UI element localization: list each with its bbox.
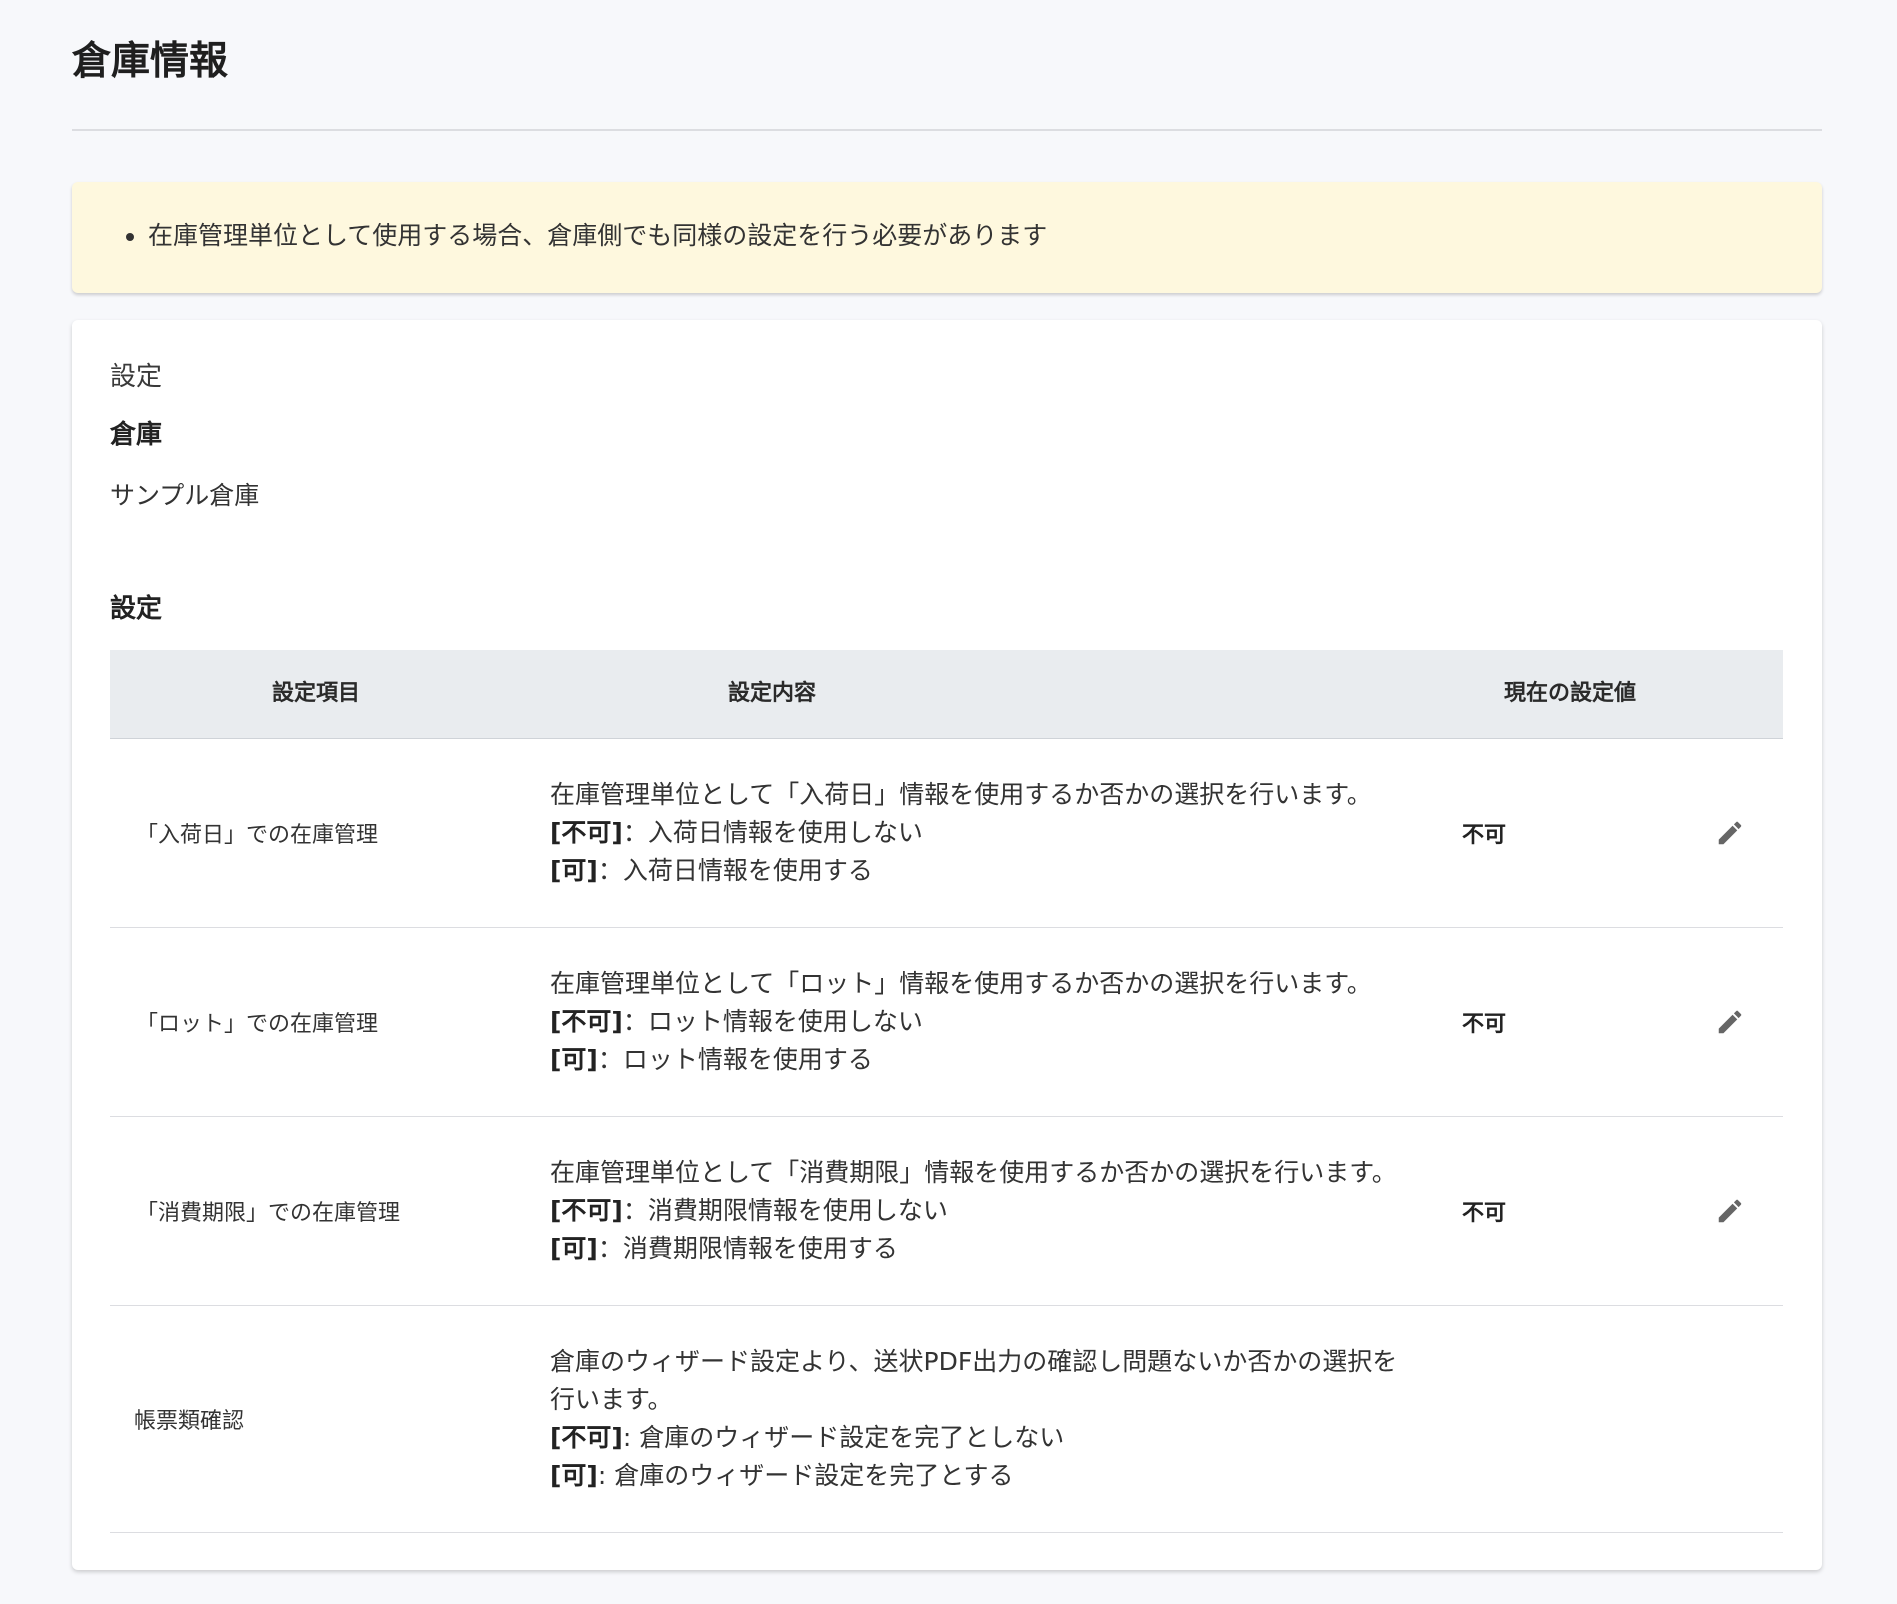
yes-tag: [可] [550, 1234, 598, 1263]
description-yes-option: [可]：入荷日情報を使用する [550, 852, 1430, 890]
notice-box: 在庫管理単位として使用する場合、倉庫側でも同様の設定を行う必要があります [72, 182, 1822, 293]
warehouse-label: 倉庫 [110, 420, 163, 450]
description-intro: 在庫管理単位として「ロット」情報を使用するか否かの選択を行います。 [550, 969, 1372, 998]
settings-section-title: 設定 [110, 594, 163, 624]
table-header: 設定項目 設定内容 現在の設定値 [110, 650, 1783, 739]
row-description: 在庫管理単位として「ロット」情報を使用するか否かの選択を行います。 [不可]：ロ… [550, 928, 1430, 1116]
settings-card: 設定 倉庫 サンプル倉庫 設定 設定項目 設定内容 現在の設定値 「入荷日」での… [72, 320, 1822, 1570]
description-intro-line-2: 行います。 [550, 1385, 673, 1414]
table-row: 「ロット」での在庫管理 在庫管理単位として「ロット」情報を使用するか否かの選択を… [110, 928, 1783, 1117]
warehouse-info-page: 倉庫情報 在庫管理単位として使用する場合、倉庫側でも同様の設定を行う必要がありま… [0, 0, 1897, 1604]
description-no-option: [不可]: 倉庫のウィザード設定を完了としない [550, 1419, 1430, 1457]
header-description: 設定内容 [727, 681, 816, 706]
no-tag: [不可] [550, 818, 623, 847]
yes-text: : 倉庫のウィザード設定を完了とする [597, 1461, 1014, 1490]
no-text: ：消費期限情報を使用しない [622, 1196, 948, 1225]
description-no-option: [不可]：ロット情報を使用しない [550, 1003, 1430, 1041]
settings-table: 設定項目 設定内容 現在の設定値 「入荷日」での在庫管理 在庫管理単位として「入… [110, 650, 1783, 1533]
no-tag: [不可] [550, 1007, 623, 1036]
row-current-value: 不可 [1462, 823, 1507, 848]
card-heading: 設定 [110, 362, 163, 392]
pencil-icon [1718, 821, 1742, 845]
notice-item: 在庫管理単位として使用する場合、倉庫側でも同様の設定を行う必要があります [148, 218, 1047, 254]
header-item: 設定項目 [271, 681, 360, 706]
row-description: 倉庫のウィザード設定より、送状PDF出力の確認し問題ないか否かの選択を 行います… [550, 1306, 1430, 1532]
title-divider [72, 129, 1822, 131]
warehouse-value: サンプル倉庫 [110, 481, 260, 510]
yes-tag: [可] [550, 1461, 598, 1490]
pencil-icon [1718, 1199, 1742, 1223]
table-row: 帳票類確認 倉庫のウィザード設定より、送状PDF出力の確認し問題ないか否かの選択… [110, 1306, 1783, 1533]
description-intro: 在庫管理単位として「消費期限」情報を使用するか否かの選択を行います。 [550, 1158, 1397, 1187]
notice-list: 在庫管理単位として使用する場合、倉庫側でも同様の設定を行う必要があります [72, 218, 1047, 254]
row-description: 在庫管理単位として「入荷日」情報を使用するか否かの選択を行います。 [不可]：入… [550, 739, 1430, 927]
yes-text: ：消費期限情報を使用する [597, 1234, 898, 1263]
table-row: 「入荷日」での在庫管理 在庫管理単位として「入荷日」情報を使用するか否かの選択を… [110, 739, 1783, 928]
row-current-value: 不可 [1462, 1201, 1507, 1226]
header-current-value: 現在の設定値 [1503, 681, 1636, 706]
description-yes-option: [可]：ロット情報を使用する [550, 1041, 1430, 1079]
yes-text: ：入荷日情報を使用する [597, 856, 873, 885]
description-intro-line-1: 倉庫のウィザード設定より、送状PDF出力の確認し問題ないか否かの選択を [550, 1347, 1398, 1376]
table-row: 「消費期限」での在庫管理 在庫管理単位として「消費期限」情報を使用するか否かの選… [110, 1117, 1783, 1306]
no-text: ：ロット情報を使用しない [622, 1007, 923, 1036]
no-tag: [不可] [550, 1423, 623, 1452]
row-description: 在庫管理単位として「消費期限」情報を使用するか否かの選択を行います。 [不可]：… [550, 1117, 1430, 1305]
description-no-option: [不可]：入荷日情報を使用しない [550, 814, 1430, 852]
yes-tag: [可] [550, 1045, 598, 1074]
row-current-value: 不可 [1462, 1012, 1507, 1037]
page-title: 倉庫情報 [72, 39, 229, 84]
edit-button[interactable] [1712, 815, 1748, 851]
no-tag: [不可] [550, 1196, 623, 1225]
description-no-option: [不可]：消費期限情報を使用しない [550, 1192, 1430, 1230]
row-item-name: 「ロット」での在庫管理 [136, 1012, 379, 1037]
yes-text: ：ロット情報を使用する [597, 1045, 873, 1074]
edit-button[interactable] [1712, 1004, 1748, 1040]
no-text: : 倉庫のウィザード設定を完了としない [622, 1423, 1065, 1452]
row-item-name: 「入荷日」での在庫管理 [136, 823, 379, 848]
no-text: ：入荷日情報を使用しない [622, 818, 923, 847]
yes-tag: [可] [550, 856, 598, 885]
pencil-icon [1718, 1010, 1742, 1034]
row-item-name: 「消費期限」での在庫管理 [136, 1201, 401, 1226]
description-yes-option: [可]: 倉庫のウィザード設定を完了とする [550, 1457, 1430, 1495]
edit-button[interactable] [1712, 1193, 1748, 1229]
row-item-name: 帳票類確認 [134, 1409, 245, 1434]
description-yes-option: [可]：消費期限情報を使用する [550, 1230, 1430, 1268]
description-intro: 在庫管理単位として「入荷日」情報を使用するか否かの選択を行います。 [550, 780, 1372, 809]
